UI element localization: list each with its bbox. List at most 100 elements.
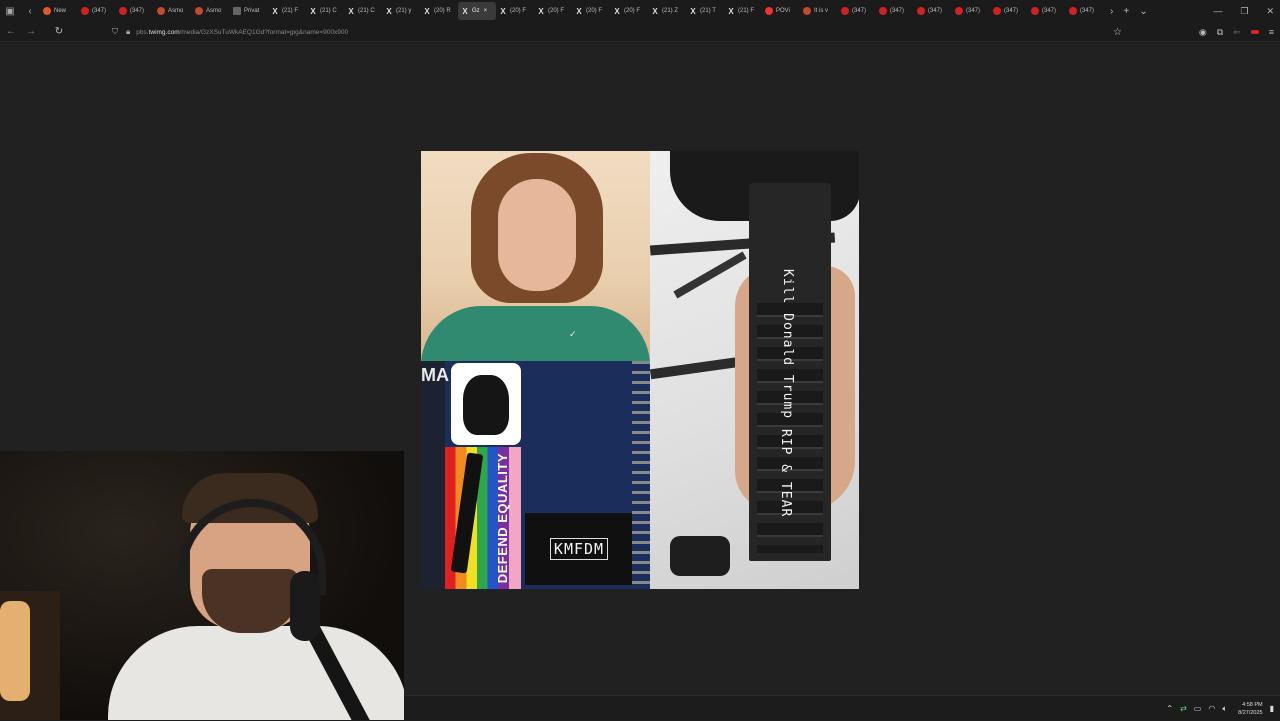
- browser-tab[interactable]: (347): [952, 2, 990, 20]
- display-icon[interactable]: ▭: [1194, 704, 1202, 713]
- browser-tab[interactable]: (347): [116, 2, 154, 20]
- lock-icon[interactable]: 🔒︎: [126, 27, 130, 37]
- browser-tab[interactable]: (347): [990, 2, 1028, 20]
- minimize-icon[interactable]: —: [1213, 6, 1222, 16]
- x-icon: X: [614, 6, 620, 16]
- tab-label: (347): [852, 8, 867, 14]
- x-icon: X: [576, 6, 582, 16]
- scroll-tabs-right-icon[interactable]: ›: [1110, 6, 1113, 17]
- youtube-icon: [879, 7, 887, 15]
- youtube-icon: [955, 7, 963, 15]
- reload-icon[interactable]: ↻: [50, 23, 68, 41]
- youtube-icon: [841, 7, 849, 15]
- tab-label: (20) F: [510, 8, 527, 14]
- tabs: New (347) (347) Asmo Asmo Privat X (21) F X (21) …: [40, 0, 1104, 22]
- browser-tab[interactable]: (347): [1066, 2, 1104, 20]
- tray-overflow-chevron-icon[interactable]: ⌃: [1166, 704, 1173, 713]
- back-arrow-icon[interactable]: ←: [2, 23, 20, 41]
- browser-tab[interactable]: X (21) T: [686, 2, 724, 20]
- tab-label: (20) F: [548, 8, 565, 14]
- browser-tab[interactable]: X (20) F: [572, 2, 610, 20]
- browser-tab[interactable]: (347): [838, 2, 876, 20]
- displayed-image[interactable]: ✓ Kill Donald Trump RIP & TEAR MA DEFEND…: [421, 151, 859, 589]
- shield-icon[interactable]: ⛉: [112, 27, 118, 37]
- tab-label: Gz: [472, 8, 480, 14]
- tab-label: (20) F: [624, 8, 641, 14]
- browser-tab[interactable]: (347): [914, 2, 952, 20]
- tab-label: (347): [130, 8, 145, 14]
- pocket-icon[interactable]: ◉: [1199, 27, 1207, 38]
- cat-sticker: [451, 363, 521, 445]
- tab-label: (21) Z: [662, 8, 679, 14]
- browser-tab[interactable]: New: [40, 2, 78, 20]
- image-stickers-photo: MA DEFEND EQUALITY KMFDM: [421, 361, 650, 589]
- browser-tab[interactable]: X (20) F: [534, 2, 572, 20]
- clock[interactable]: 4:58 PM 8/27/2025: [1238, 701, 1262, 717]
- tab-label: Asmo: [206, 8, 222, 14]
- x-icon: X: [272, 6, 278, 16]
- tab-label: (347): [1042, 8, 1057, 14]
- twitch-icon: [803, 7, 811, 15]
- band-sticker: KMFDM: [525, 513, 633, 585]
- x-icon: X: [462, 6, 468, 16]
- tab-label: (21) F: [282, 8, 299, 14]
- new-tab-icon: [43, 7, 51, 15]
- browser-tab[interactable]: X (20) F: [496, 2, 534, 20]
- extensions-icon[interactable]: ⧉: [1217, 27, 1223, 38]
- restore-icon[interactable]: ❐: [1240, 6, 1248, 17]
- rail-inscription-2: RIP & TEAR: [778, 429, 793, 518]
- tab-label: Asmo: [168, 8, 184, 14]
- private-icon: [233, 7, 241, 15]
- browser-tab[interactable]: Asmo: [154, 2, 192, 20]
- browser-tab[interactable]: X (21) C: [344, 2, 382, 20]
- browser-tab[interactable]: POVi: [762, 2, 800, 20]
- browser-tab[interactable]: X (21) Z: [648, 2, 686, 20]
- scroll-tabs-left-icon[interactable]: ‹: [20, 0, 40, 22]
- tab-label: (347): [92, 8, 107, 14]
- system-tray: ⌃ ⇄ ▭ ◠ 🔈︎ 4:58 PM 8/27/2025 ▮: [1166, 696, 1274, 721]
- close-tab-icon[interactable]: ×: [484, 8, 488, 14]
- youtube-icon: [993, 7, 1001, 15]
- x-icon: X: [538, 6, 544, 16]
- browser-tab[interactable]: X Gz ×: [458, 2, 496, 20]
- forward-arrow-icon[interactable]: →: [22, 23, 40, 41]
- close-window-icon[interactable]: ✕: [1266, 6, 1274, 17]
- menu-hamburger-icon[interactable]: ≡: [1269, 27, 1274, 37]
- clock-date: 8/27/2025: [1238, 709, 1263, 716]
- volume-icon[interactable]: 🔈︎: [1222, 704, 1227, 714]
- browser-tab[interactable]: X (20) F: [610, 2, 648, 20]
- image-person-photo: ✓: [421, 151, 650, 361]
- browser-tab[interactable]: X (21) y: [382, 2, 420, 20]
- band-sticker-text: KMFDM: [549, 538, 609, 560]
- browser-tab[interactable]: (347): [1028, 2, 1066, 20]
- nike-logo-icon: ✓: [569, 329, 577, 339]
- tab-label: POVi: [776, 8, 790, 14]
- browser-tab[interactable]: (347): [876, 2, 914, 20]
- browser-tab[interactable]: X (21) F: [268, 2, 306, 20]
- browser-tab[interactable]: X (20) R: [420, 2, 458, 20]
- tab-label: (20) R: [434, 8, 451, 14]
- browser-tab[interactable]: It is v: [800, 2, 838, 20]
- tab-label: (347): [890, 8, 905, 14]
- url-host: twimg.com: [148, 28, 180, 36]
- x-icon: X: [690, 6, 696, 16]
- tab-overflow-chevron-icon[interactable]: ⌄: [1139, 6, 1147, 17]
- bookmark-star-icon[interactable]: ☆: [1113, 27, 1122, 38]
- url-path: /media/GzXSuTuWkAEQ1Gd?format=jpg&name=9…: [179, 28, 349, 36]
- browser-tab[interactable]: X (21) C: [306, 2, 344, 20]
- network-app-icon[interactable]: ⇄: [1180, 704, 1187, 713]
- notification-icon[interactable]: ▮: [1270, 704, 1274, 713]
- browser-tab[interactable]: Privat: [230, 2, 268, 20]
- x-icon: X: [310, 6, 316, 16]
- wifi-icon[interactable]: ◠: [1208, 704, 1215, 713]
- recording-extension-icon[interactable]: [1250, 30, 1259, 34]
- browser-tab[interactable]: X (21) F: [724, 2, 762, 20]
- new-tab-plus-icon[interactable]: +: [1123, 6, 1129, 17]
- reader-icon[interactable]: ⇐: [1233, 27, 1241, 38]
- address-bar[interactable]: ⛉ 🔒︎ pbs. twimg.com/media/GzXSuTuWkAEQ1Gd…: [112, 24, 1132, 40]
- webcam-overlay: [0, 451, 404, 720]
- tab-list-icon[interactable]: ▣: [0, 0, 20, 22]
- browser-tab[interactable]: Asmo: [192, 2, 230, 20]
- tab-label: (347): [928, 8, 943, 14]
- browser-tab[interactable]: (347): [78, 2, 116, 20]
